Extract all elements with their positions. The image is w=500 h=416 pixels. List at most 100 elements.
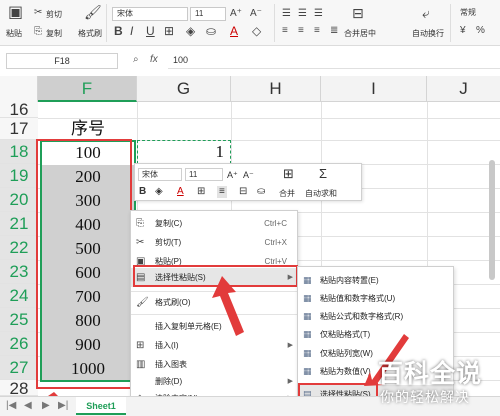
percent-icon[interactable]: % (476, 25, 485, 37)
align-center-icon[interactable]: ≡ (298, 25, 304, 37)
align-right-icon[interactable]: ≡ (314, 25, 320, 37)
align-top-icon[interactable]: ☰ (282, 8, 291, 20)
merge-icon[interactable]: ⊞ (283, 167, 294, 180)
paint-bucket-icon[interactable]: ⛀ (206, 25, 216, 37)
copy-icon[interactable]: ⎘ (34, 26, 42, 38)
paste-icon[interactable]: ▣ (8, 5, 23, 21)
format-painter-button[interactable]: 格式刷 (78, 28, 102, 39)
row-header-27[interactable]: 27 (0, 356, 38, 380)
sum-icon[interactable]: Σ (319, 167, 327, 180)
cell-g18[interactable]: 1 (137, 140, 231, 164)
highlight-selection-box (36, 139, 132, 389)
menu-item-cut[interactable]: ✂ 剪切(T) Ctrl+X (131, 233, 297, 252)
bold-icon[interactable]: B (139, 186, 146, 198)
mini-format-toolbar: 宋体 11 A⁺ A⁻ B ◈ A ⊞ ≡ ⊟ ⛀ ⊞ 合并 Σ 自动求和 (134, 163, 362, 201)
formula-input[interactable]: 100 (168, 53, 500, 69)
font-size-select[interactable]: 11 (190, 7, 226, 21)
submenu-item-formulas-number-format[interactable]: ▦ 粘贴公式和数字格式(R) (298, 307, 453, 326)
submenu-item-transpose[interactable]: ▦ 粘贴内容转置(E) (298, 271, 453, 290)
merge-center-button[interactable]: 合并居中 (344, 28, 376, 39)
menu-item-insert[interactable]: ⊞ 插入(I) ▶ (131, 336, 297, 355)
chevron-right-icon: ▶ (287, 342, 293, 349)
next-sheet-icon[interactable]: ▶ (42, 400, 50, 411)
column-header-f[interactable]: F (38, 76, 137, 102)
currency-icon[interactable]: ¥ (460, 25, 466, 37)
row-header-23[interactable]: 23 (0, 260, 38, 284)
watermark-subtitle: 你的轻松解决 (380, 390, 470, 406)
copy-button[interactable]: 复制 (46, 28, 62, 39)
row-header-19[interactable]: 19 (0, 164, 38, 188)
scissors-icon[interactable]: ✂ (34, 7, 42, 19)
format-painter-icon[interactable]: 🖌 (84, 5, 102, 19)
ribbon-divider (450, 4, 451, 42)
submenu-item-label: 粘贴内容转置(E) (320, 276, 379, 285)
paint-icon[interactable]: ⛀ (257, 186, 265, 198)
first-sheet-icon[interactable]: |◀ (6, 400, 16, 411)
formula-bar: F18 ⌕ fx 100 (0, 52, 500, 70)
fill-color-icon[interactable]: ◈ (155, 186, 163, 198)
red-arrow-icon (212, 276, 244, 336)
border-icon[interactable]: ⊞ (164, 25, 174, 37)
font-shrink-icon[interactable]: A⁻ (243, 169, 254, 181)
underline-icon[interactable]: U (146, 25, 155, 37)
menu-item-shortcut: Ctrl+C (264, 219, 287, 228)
mini-font-name[interactable]: 宋体 (138, 168, 182, 181)
mini-font-size[interactable]: 11 (185, 168, 223, 181)
row-header-17[interactable]: 17 (0, 118, 38, 140)
border-icon[interactable]: ⊞ (197, 186, 205, 198)
paste-value-icon: ▦ (303, 366, 312, 376)
align-left-icon[interactable]: ≡ (282, 25, 288, 37)
align-bottom-icon[interactable]: ☰ (314, 8, 323, 20)
bold-icon[interactable]: B (114, 25, 123, 37)
cut-button[interactable]: 剪切 (46, 9, 62, 20)
font-grow-icon[interactable]: A⁺ (227, 169, 238, 181)
row-header-21[interactable]: 21 (0, 212, 38, 236)
align-middle-icon[interactable]: ☰ (298, 8, 307, 20)
column-header-g[interactable]: G (137, 76, 231, 102)
name-box[interactable]: F18 (6, 53, 118, 69)
fill-color-icon[interactable]: ◈ (186, 25, 195, 37)
row-header-20[interactable]: 20 (0, 188, 38, 212)
vertical-scrollbar[interactable] (489, 160, 495, 280)
ribbon-divider (106, 4, 107, 42)
number-format-select[interactable]: 常规 (456, 7, 500, 21)
cell-f17-header[interactable]: 序号 (40, 118, 136, 140)
row-header-24[interactable]: 24 (0, 284, 38, 308)
font-color-icon[interactable]: A (177, 186, 184, 198)
auto-wrap-button[interactable]: 自动换行 (412, 28, 444, 39)
ribbon-toolbar: ▣ 粘贴 ✂ 剪切 ⎘ 复制 🖌 格式刷 宋体 11 A⁺ A⁻ B I U ⊞… (0, 0, 500, 46)
ribbon-divider (274, 4, 275, 42)
search-icon[interactable]: ⌕ (133, 54, 139, 65)
menu-item-copy[interactable]: ⎘ 复制(C) Ctrl+C (131, 214, 297, 233)
font-shrink-icon[interactable]: A⁻ (250, 8, 262, 20)
font-name-select[interactable]: 宋体 (112, 7, 188, 21)
row-header-26[interactable]: 26 (0, 332, 38, 356)
column-header-j[interactable]: J (427, 76, 500, 102)
sheet-tab-sheet1[interactable]: Sheet1 (76, 397, 126, 415)
row-header-18[interactable]: 18 (0, 140, 38, 164)
autosum-button[interactable]: 自动求和 (305, 188, 337, 199)
table-icon[interactable]: ⊟ (239, 186, 247, 198)
merge-button[interactable]: 合并 (279, 188, 295, 199)
font-color-icon[interactable]: A (230, 25, 238, 37)
italic-icon[interactable]: I (130, 25, 133, 37)
last-sheet-icon[interactable]: ▶| (58, 400, 68, 411)
row-header-22[interactable]: 22 (0, 236, 38, 260)
brush-icon: 🖌 (136, 297, 149, 308)
row-header-25[interactable]: 25 (0, 308, 38, 332)
eraser-icon[interactable]: ◇ (252, 25, 261, 37)
copy-icon: ⎘ (136, 218, 144, 229)
column-header-h[interactable]: H (231, 76, 321, 102)
submenu-item-values-number-format[interactable]: ▦ 粘贴值和数字格式(U) (298, 289, 453, 308)
column-header-i[interactable]: I (321, 76, 427, 102)
fx-icon[interactable]: fx (150, 54, 158, 65)
row-header-16[interactable]: 16 (0, 101, 38, 118)
wrap-text-icon[interactable]: ⤶ (422, 6, 430, 20)
justify-icon[interactable]: ≣ (330, 25, 338, 37)
menu-item-shortcut: Ctrl+X (264, 238, 287, 247)
font-grow-icon[interactable]: A⁺ (230, 8, 242, 20)
merge-center-icon[interactable]: ⊟ (352, 6, 364, 20)
paste-button[interactable]: 粘贴 (6, 28, 22, 39)
align-center-icon[interactable]: ≡ (217, 186, 227, 198)
prev-sheet-icon[interactable]: ◀ (24, 400, 32, 411)
